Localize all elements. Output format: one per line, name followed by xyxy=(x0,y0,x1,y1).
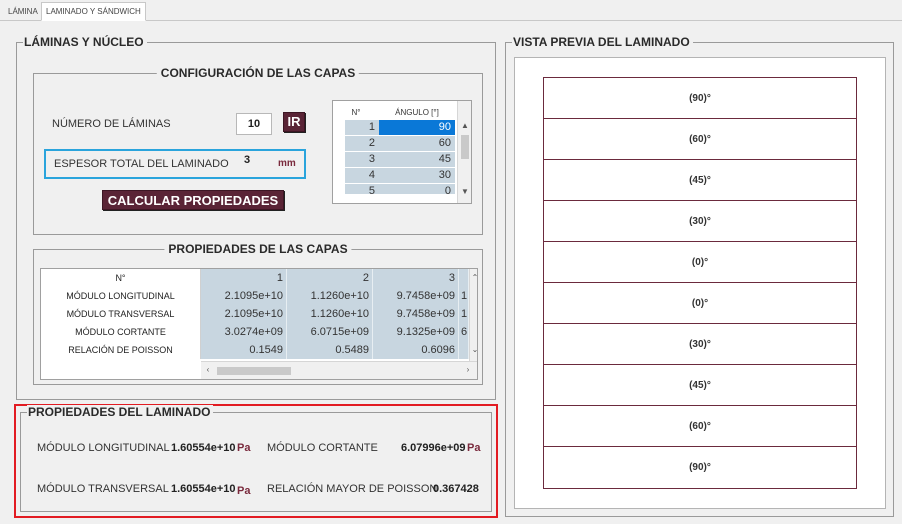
angle-row-value[interactable]: 45 xyxy=(379,152,455,167)
angle-row-n: 2 xyxy=(345,136,379,151)
pt-cell-partial[interactable] xyxy=(459,341,469,359)
angle-row-partial[interactable]: 5 0 xyxy=(333,184,455,194)
preview-layer: (30)° xyxy=(543,200,857,243)
scroll-down-icon[interactable]: ⌄ xyxy=(470,345,477,354)
angle-header-angle: ÁNGULO [°] xyxy=(395,108,439,117)
laminate-poisson-label: RELACIÓN MAYOR DE POISSON xyxy=(267,483,438,495)
angle-row-n: 4 xyxy=(345,168,379,183)
properties-vscrollbar[interactable]: ⌃ ⌄ xyxy=(469,269,477,361)
pt-row-header: MÓDULO CORTANTE xyxy=(41,323,201,341)
pt-row-header: RELACIÓN DE POISSON xyxy=(41,341,201,359)
laminate-trans-modulus-value: 1.60554e+10 xyxy=(171,483,236,495)
laminate-shear-modulus-unit: Pa xyxy=(467,442,481,454)
config-panel-title: CONFIGURACIÓN DE LAS CAPAS xyxy=(156,66,360,80)
scroll-up-icon[interactable]: ⌃ xyxy=(470,273,477,282)
layers-panel-title: LÁMINAS Y NÚCLEO xyxy=(23,35,147,49)
pt-cell[interactable]: 2.1095e+10 xyxy=(201,305,287,323)
tab-lamina[interactable]: LÁMINA xyxy=(4,3,42,21)
preview-panel-title: VISTA PREVIA DEL LAMINADO xyxy=(512,35,693,49)
pt-cell[interactable]: 1.1260e+10 xyxy=(287,305,373,323)
pt-cell[interactable]: 1.1260e+10 xyxy=(287,287,373,305)
preview-layer: (0)° xyxy=(543,241,857,284)
pt-cell[interactable]: 2.1095e+10 xyxy=(201,287,287,305)
thickness-value[interactable]: 3 xyxy=(244,154,250,166)
scroll-thumb[interactable] xyxy=(461,135,469,159)
laminate-shear-modulus-label: MÓDULO CORTANTE xyxy=(267,442,378,454)
preview-layer: (0)° xyxy=(543,282,857,325)
pt-col-header xyxy=(459,269,469,287)
thickness-label: ESPESOR TOTAL DEL LAMINADO xyxy=(54,158,229,170)
pt-cell[interactable]: 6.0715e+09 xyxy=(287,323,373,341)
layer-properties-table[interactable]: N° 1 2 3 MÓDULO LONGITUDINAL 2.1095e+10 … xyxy=(40,268,478,380)
tab-strip: LÁMINA LAMINADO Y SÁNDWICH xyxy=(0,0,902,22)
pt-col-header: 3 xyxy=(373,269,459,287)
scroll-right-icon[interactable]: › xyxy=(463,365,473,374)
preview-layer: (90)° xyxy=(543,446,857,489)
laminate-long-modulus-value: 1.60554e+10 xyxy=(171,442,236,454)
laminate-properties-panel: PROPIEDADES DEL LAMINADO MÓDULO LONGITUD… xyxy=(20,405,492,512)
angle-table-scrollbar[interactable]: ▲ ▼ xyxy=(457,101,471,203)
pt-row-header: MÓDULO LONGITUDINAL xyxy=(41,287,201,305)
laminate-preview-area: (90)° (60)° (45)° (30)° (0)° (0)° (30)° … xyxy=(514,57,886,509)
pt-cell[interactable]: 0.5489 xyxy=(287,341,373,359)
config-panel: CONFIGURACIÓN DE LAS CAPAS NÚMERO DE LÁM… xyxy=(33,66,483,235)
pt-cell[interactable]: 0.1549 xyxy=(201,341,287,359)
laminate-long-modulus-unit: Pa xyxy=(237,442,251,454)
laminate-trans-modulus-unit: Pa xyxy=(237,485,251,497)
pt-col-header: 1 xyxy=(201,269,287,287)
scroll-down-icon[interactable]: ▼ xyxy=(458,187,471,196)
preview-layer: (60)° xyxy=(543,405,857,448)
layers-panel: LÁMINAS Y NÚCLEO CONFIGURACIÓN DE LAS CA… xyxy=(16,35,496,400)
preview-panel: VISTA PREVIA DEL LAMINADO (90)° (60)° (4… xyxy=(505,35,894,517)
angle-row-value[interactable]: 30 xyxy=(379,168,455,183)
layer-properties-panel: PROPIEDADES DE LAS CAPAS N° 1 2 3 MÓDULO… xyxy=(33,242,483,385)
pt-cell[interactable]: 9.7458e+09 xyxy=(373,287,459,305)
laminate-poisson-value: 0.367428 xyxy=(433,483,479,495)
go-button[interactable]: IR xyxy=(283,112,305,132)
preview-layer: (30)° xyxy=(543,323,857,366)
angle-row[interactable]: 2 60 xyxy=(333,136,455,151)
angle-row-value[interactable]: 0 xyxy=(379,184,455,194)
preview-layer: (45)° xyxy=(543,364,857,407)
preview-layer: (90)° xyxy=(543,77,857,120)
angle-header-n: N° xyxy=(351,108,361,117)
laminate-trans-modulus-label: MÓDULO TRANSVERSAL xyxy=(37,483,169,495)
angle-table-header: N° ÁNGULO [°] xyxy=(333,105,461,120)
angle-row[interactable]: 3 45 xyxy=(333,152,455,167)
pt-cell[interactable]: 0.6096 xyxy=(373,341,459,359)
num-layers-input[interactable] xyxy=(236,113,272,135)
preview-layer: (45)° xyxy=(543,159,857,202)
properties-hscrollbar[interactable]: ‹ › xyxy=(201,361,477,379)
pt-cell-partial[interactable]: 1.1 xyxy=(459,287,469,305)
pt-cell[interactable]: 3.0274e+09 xyxy=(201,323,287,341)
angle-row-n: 5 xyxy=(345,184,379,194)
scroll-thumb[interactable] xyxy=(217,367,291,375)
angle-row-n: 3 xyxy=(345,152,379,167)
pt-cell-partial[interactable]: 1.1 xyxy=(459,305,469,323)
angle-row-value-selected[interactable]: 90 xyxy=(379,120,455,135)
angle-row[interactable]: 4 30 xyxy=(333,168,455,183)
pt-col-header: 2 xyxy=(287,269,373,287)
laminate-shear-modulus-value: 6.07996e+09 xyxy=(401,442,466,454)
thickness-unit: mm xyxy=(278,158,296,169)
angle-row[interactable]: 1 90 xyxy=(333,120,455,135)
pt-cell-partial[interactable]: 6.( xyxy=(459,323,469,341)
laminate-properties-title: PROPIEDADES DEL LAMINADO xyxy=(27,405,214,419)
scroll-up-icon[interactable]: ▲ xyxy=(458,121,471,130)
angle-row-n: 1 xyxy=(345,120,379,135)
pt-cell[interactable]: 9.7458e+09 xyxy=(373,305,459,323)
tab-laminado-sandwich[interactable]: LAMINADO Y SÁNDWICH xyxy=(41,2,146,21)
laminate-long-modulus-label: MÓDULO LONGITUDINAL xyxy=(37,442,170,454)
preview-layer: (60)° xyxy=(543,118,857,161)
scroll-left-icon[interactable]: ‹ xyxy=(203,365,213,374)
num-layers-label: NÚMERO DE LÁMINAS xyxy=(52,118,171,130)
angle-row-value[interactable]: 60 xyxy=(379,136,455,151)
pt-cell[interactable]: 9.1325e+09 xyxy=(373,323,459,341)
pt-row-header: MÓDULO TRANSVERSAL xyxy=(41,305,201,323)
calculate-properties-button[interactable]: CALCULAR PROPIEDADES xyxy=(102,190,284,210)
pt-header-n: N° xyxy=(41,269,201,287)
layer-properties-title: PROPIEDADES DE LAS CAPAS xyxy=(164,242,352,256)
angle-table[interactable]: N° ÁNGULO [°] 1 90 2 60 3 45 4 30 5 0 ▲ … xyxy=(332,100,472,204)
